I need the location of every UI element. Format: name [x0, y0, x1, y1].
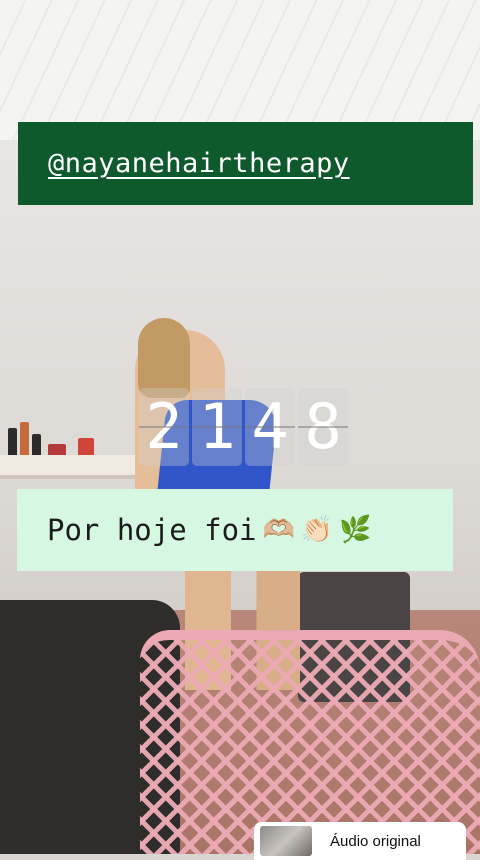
- flip-counter: 2 1 4 8: [139, 388, 348, 466]
- counter-digit: 2: [139, 388, 189, 466]
- handle-mention-link[interactable]: @nayanehairtherapy: [48, 148, 350, 179]
- audio-label: Áudio original: [330, 832, 421, 850]
- caption-box: Por hoje foi 🫶🏼 👏🏻 🌿: [17, 489, 453, 571]
- counter: [0, 455, 150, 479]
- leaf-icon: 🌿: [339, 515, 372, 545]
- audio-thumbnail: [260, 826, 312, 856]
- person-hair: [138, 318, 190, 398]
- audio-attribution[interactable]: Áudio original: [254, 822, 466, 860]
- ceiling: [0, 0, 480, 140]
- pink-chair: [140, 630, 480, 854]
- counter-digit: 8: [298, 388, 348, 466]
- counter-digit: 4: [245, 388, 295, 466]
- counter-products: [8, 420, 98, 458]
- counter-digit: 1: [192, 388, 242, 466]
- caption-text: Por hoje foi: [47, 513, 257, 547]
- heart-hands-icon: 🫶🏼: [262, 515, 295, 545]
- handle-banner: @nayanehairtherapy: [18, 122, 473, 205]
- clapping-hands-icon: 👏🏻: [300, 515, 334, 545]
